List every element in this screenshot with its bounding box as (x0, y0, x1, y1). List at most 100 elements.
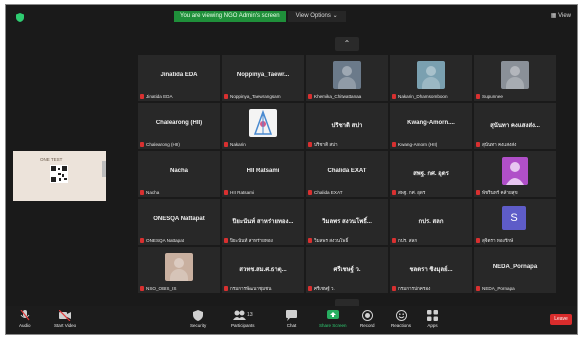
chat-button[interactable]: Chat (286, 310, 297, 328)
participant-tile[interactable]: พัชรินทร์ คล้ายสุข (474, 151, 556, 197)
muted-mic-icon (392, 238, 396, 244)
participant-name-label: Chalearong (HII) (140, 141, 218, 148)
apps-button[interactable]: Apps (427, 310, 438, 328)
participant-tile[interactable]: สพฐ. กศ. อุดร สพฐ. กศ. อุดร (390, 151, 472, 197)
participant-tile[interactable]: สุนันทา คงแสงส่ง... สุนันทา คงแสงส่ง (474, 103, 556, 149)
grid-icon: ▦ (550, 13, 557, 19)
participant-grid: Jinatida EDA Jinatida EDA Noppinya_Taewr..… (138, 55, 556, 293)
reactions-button[interactable]: Reactions (391, 310, 411, 328)
participant-name-label: Nakarin (224, 141, 302, 148)
participant-tile[interactable]: Khemika_Chitwattanaa (306, 55, 388, 101)
record-icon (361, 310, 373, 321)
person-body (422, 77, 440, 89)
participant-label-text: NEDA_Pornapa (482, 286, 515, 291)
participant-display-name: NEDA_Pornapa (492, 264, 538, 270)
muted-mic-icon (476, 190, 480, 196)
participant-name-label: Chalida EXAT (308, 189, 386, 196)
security-label: Security (190, 323, 207, 328)
muted-mic-icon (308, 142, 312, 148)
participant-label-text: Supunnee (482, 94, 503, 99)
meeting-toolbar: Audio Start Video Security 135 Participa… (6, 306, 577, 334)
participant-display-name: ปริชาติ สปา (331, 123, 363, 129)
participant-photo (501, 61, 529, 89)
participant-name-label: NEDA_Pornapa (476, 285, 554, 292)
chevron-up-icon: ⌃ (343, 39, 351, 48)
person-body (170, 269, 188, 281)
participant-label-text: วิมลพร สงวนโพธิ์ (314, 238, 349, 243)
participant-tile[interactable]: HII Ratsami HII Ratsami (222, 151, 304, 197)
participant-display-name: Noppinya_Taewr... (236, 72, 290, 78)
participant-label-text: Nakarin (230, 142, 246, 147)
participant-label-text: สุจิตรา ทองรักษ์ (482, 238, 514, 243)
muted-mic-icon (140, 238, 144, 244)
share-screen-icon (326, 310, 339, 319)
participant-label-text: ปิยะนันท์ สาหร่ายทอง (230, 238, 273, 243)
share-status-bar: You are viewing NGO Admin's screen View … (174, 11, 346, 22)
participant-tile[interactable]: Supunnee (474, 55, 556, 101)
participant-tile[interactable]: Nakarin_Dhamsomboon (390, 55, 472, 101)
view-layout-button[interactable]: ▦ View (551, 12, 571, 19)
participant-name-label: ปริชาติ สปา (308, 141, 386, 148)
security-button[interactable]: Security (190, 310, 206, 328)
participant-display-name: สวทช.สม.ศ.ธาตุ... (239, 267, 287, 273)
share-screen-button[interactable]: Share Screen (319, 310, 347, 328)
participant-tile[interactable]: ONESQA Nattapat ONESQA Nattapat (138, 199, 220, 245)
participant-tile[interactable]: Noppinya_Taewr... Noppinya_Taewrangsam (222, 55, 304, 101)
participant-label-text: Kwang-Amorn (HII) (398, 142, 438, 147)
participant-name-label: Nacha (140, 189, 218, 196)
record-label: Record (360, 323, 375, 328)
participant-tile[interactable]: ปิยะนันท์ สาหร่ายทอง... ปิยะนันท์ สาหร่าย… (222, 199, 304, 245)
participant-label-text: Chalida EXAT (314, 190, 343, 195)
participant-display-name: สุนันทา คงแสงส่ง... (490, 123, 540, 129)
participant-name-label: NSO_OBIS_IS (140, 285, 218, 292)
participant-photo (333, 61, 361, 89)
participant-label-text: พัชรินทร์ คล้ายสุข (482, 190, 518, 195)
participant-label-text: ศรีเชษฐ์ ว. (314, 286, 335, 291)
muted-mic-icon (308, 238, 312, 244)
participant-tile[interactable]: ศรีเชษฐ์ ว. ศรีเชษฐ์ ว. (306, 247, 388, 293)
muted-mic-icon (140, 142, 144, 148)
participant-label-text: กปร. สลก (398, 238, 418, 243)
participant-tile[interactable]: Nacha Nacha (138, 151, 220, 197)
participant-tile[interactable]: Chalearong (HII) Chalearong (HII) (138, 103, 220, 149)
participant-display-name: Jinatida EDA (160, 72, 198, 78)
participant-tile[interactable]: ชลดรา ซิงมุลย์... กรมการปกครอง (390, 247, 472, 293)
participant-tile[interactable]: กปร. สลก กปร. สลก (390, 199, 472, 245)
participant-tile[interactable]: วิมลพร สงวนโพธิ์... วิมลพร สงวนโพธิ์ (306, 199, 388, 245)
participant-name-label: Nakarin_Dhamsomboon (392, 93, 470, 100)
participant-label-text: กรมการปกครอง (398, 286, 431, 291)
participant-label-text: Khemika_Chitwattanaa (314, 94, 362, 99)
participant-tile[interactable]: Jinatida EDA Jinatida EDA (138, 55, 220, 101)
start-video-label: Start Video (54, 323, 77, 328)
page-up-button[interactable]: ⌃ (335, 37, 359, 51)
muted-mic-icon (224, 238, 228, 244)
view-options-label: View Options (295, 13, 331, 19)
shared-screen-thumbnail[interactable]: ONE TEST (13, 151, 106, 201)
participant-display-name: HII Ratsami (246, 168, 280, 174)
participant-display-name: Chalearong (HII) (155, 120, 203, 126)
reactions-label: Reactions (391, 323, 412, 328)
participant-tile[interactable]: Nakarin (222, 103, 304, 149)
participant-display-name: Nacha (169, 168, 188, 174)
participants-button[interactable]: 135 Participants (231, 310, 255, 328)
start-video-button[interactable]: Start Video (54, 310, 76, 328)
participant-tile[interactable]: Kwang-Amorn.... Kwang-Amorn (HII) (390, 103, 472, 149)
participant-name-label: วิมลพร สงวนโพธิ์ (308, 237, 386, 244)
participant-label-text: Nakarin_Dhamsomboon (398, 94, 448, 99)
record-button[interactable]: Record (360, 310, 375, 328)
participant-tile[interactable]: NEDA_Pornapa NEDA_Pornapa (474, 247, 556, 293)
video-off-icon (59, 310, 72, 321)
participant-tile[interactable]: ปริชาติ สปา ปริชาติ สปา (306, 103, 388, 149)
participant-tile[interactable]: NSO_OBIS_IS (138, 247, 220, 293)
leave-button[interactable]: Leave (550, 314, 572, 325)
view-options-button[interactable]: View Options ⌄ (287, 11, 346, 22)
muted-mic-icon (308, 94, 312, 100)
thumbnail-handle[interactable] (102, 161, 106, 177)
muted-mic-icon (140, 94, 144, 100)
participant-tile[interactable]: Chalida EXAT Chalida EXAT (306, 151, 388, 197)
participant-tile[interactable]: สวทช.สม.ศ.ธาตุ... กรมการพัฒนาชุมชน (222, 247, 304, 293)
muted-mic-icon (392, 286, 396, 292)
audio-button[interactable]: Audio (19, 310, 31, 328)
participant-tile[interactable]: S สุจิตรา ทองรักษ์ (474, 199, 556, 245)
security-shield-icon (16, 13, 24, 22)
